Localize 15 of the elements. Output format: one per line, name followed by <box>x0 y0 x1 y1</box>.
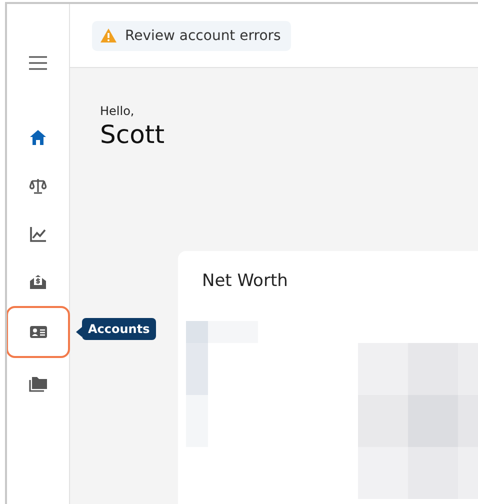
home-icon <box>28 128 48 148</box>
greeting-text: Hello, <box>100 104 136 118</box>
tooltip: Accounts <box>82 318 156 340</box>
alert-button[interactable]: Review account errors <box>92 20 291 50</box>
card-title: Net Worth <box>202 271 289 291</box>
menu-icon <box>29 56 47 70</box>
user-name: Scott <box>100 120 166 149</box>
line-chart-icon <box>28 224 48 244</box>
scale-icon <box>28 176 48 196</box>
pixel-block <box>186 395 208 447</box>
pixel-block <box>358 447 408 499</box>
warning-icon <box>100 28 117 43</box>
pixel-block <box>358 343 408 395</box>
pixel-block <box>358 395 408 447</box>
money-envelope-icon <box>28 272 48 292</box>
